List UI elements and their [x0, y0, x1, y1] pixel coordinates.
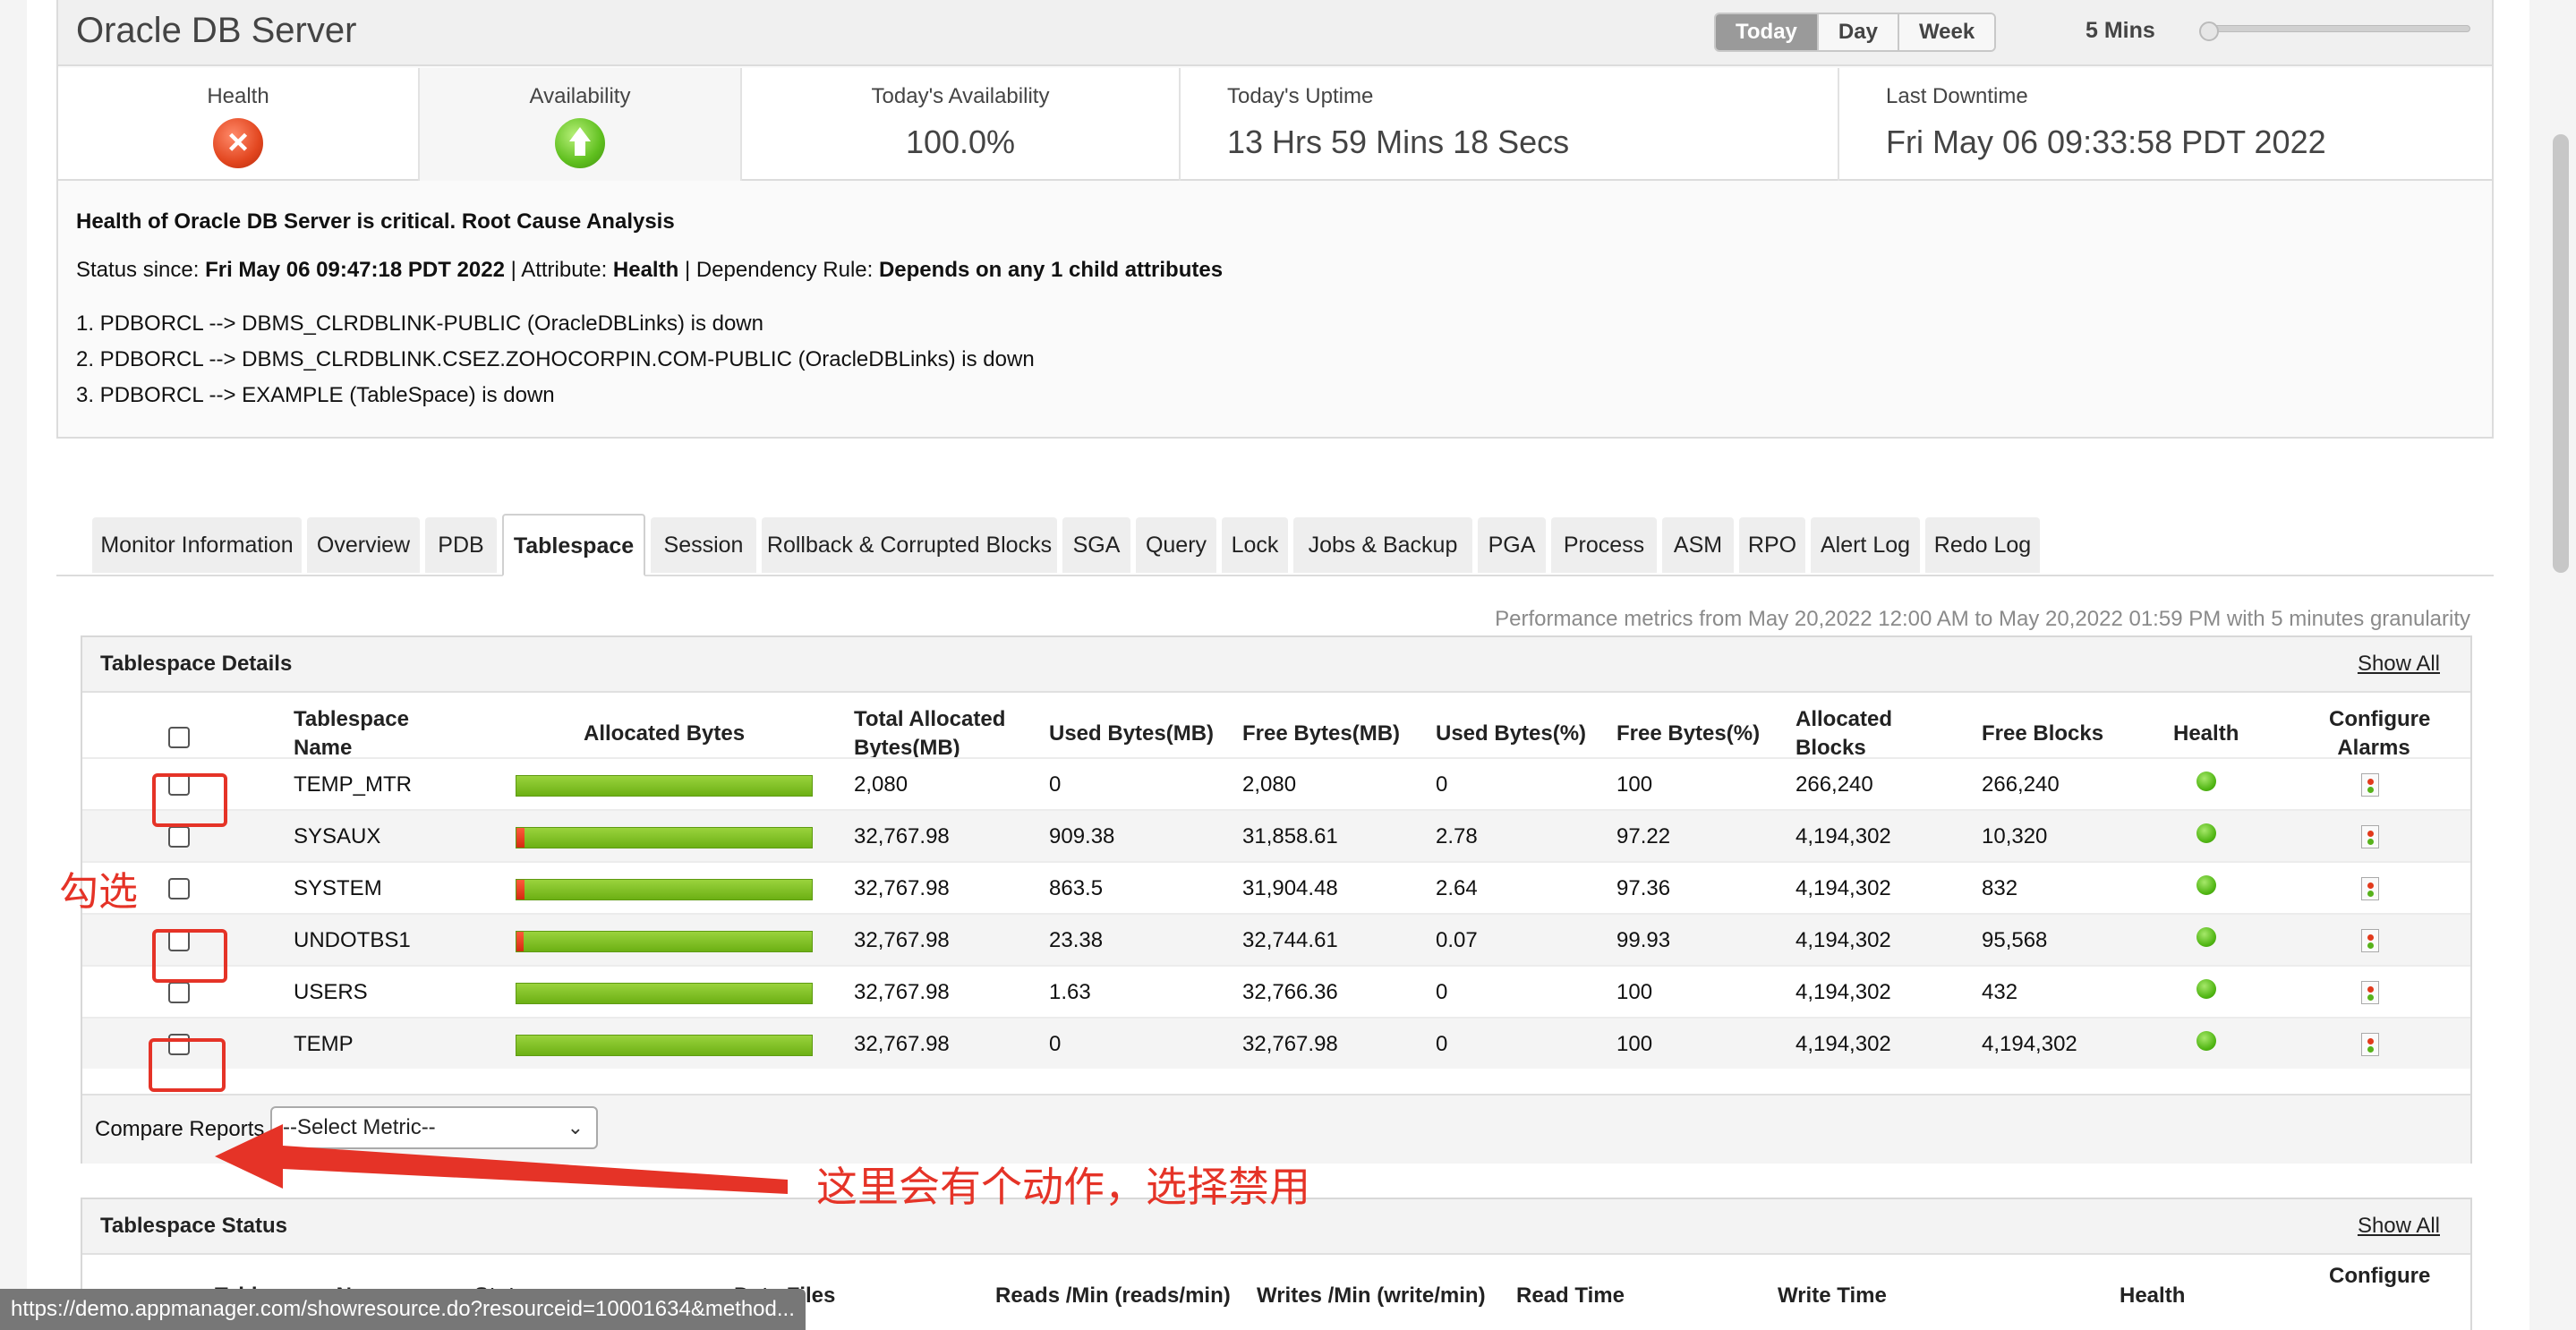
annotation-arrow-shape: [215, 1124, 788, 1194]
annotation-arrow: [215, 1124, 788, 1194]
page-scrollbar[interactable]: [2553, 134, 2569, 573]
status-bar-url: https://demo.appmanager.com/showresource…: [0, 1289, 806, 1330]
